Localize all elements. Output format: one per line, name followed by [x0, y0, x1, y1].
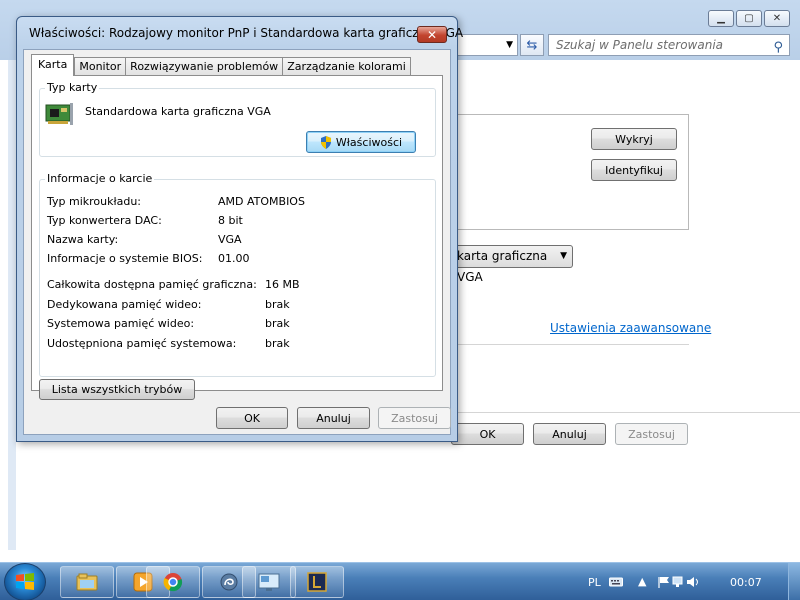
refresh-icon: ⇆	[526, 37, 538, 53]
network-icon[interactable]	[672, 576, 686, 588]
search-icon[interactable]: ⚲	[773, 38, 783, 58]
shared-memory-label: Udostępniona pamięć systemowa:	[47, 337, 237, 350]
adapter-type-group-label: Typ karty	[45, 81, 100, 94]
chevron-down-icon: ▼	[560, 251, 567, 261]
volume-icon[interactable]	[686, 576, 700, 588]
detect-button[interactable]: Wykryj	[591, 128, 677, 150]
minimize-button[interactable]: ▁	[708, 10, 734, 27]
adapter-info-group: Informacje o karcie Typ mikroukładu: AMD…	[39, 172, 436, 377]
dedicated-memory-value: brak	[265, 298, 290, 311]
cancel-button[interactable]: Anuluj	[297, 407, 370, 429]
refresh-button[interactable]: ⇆	[520, 34, 544, 56]
windows-logo-icon	[16, 573, 34, 590]
show-hidden-icons-icon[interactable]: ▲	[638, 575, 646, 588]
tab-adapter[interactable]: Karta	[31, 54, 75, 76]
tab-troubleshoot[interactable]: Rozwiązywanie problemów	[125, 57, 283, 76]
swirl-app-icon	[220, 573, 238, 591]
window-caption-buttons: ▁ ▢ ✕	[708, 10, 790, 27]
chip-type-value: AMD ATOMBIOS	[218, 195, 305, 208]
adapter-properties-label: Właściwości	[335, 135, 403, 149]
action-center-flag-icon[interactable]	[657, 576, 671, 588]
identify-button-label: Identyfikuj	[605, 163, 663, 177]
taskbar-app-l[interactable]	[290, 566, 344, 598]
bg-cancel-label: Anuluj	[552, 427, 587, 441]
tab-label: Monitor	[79, 60, 122, 73]
window-left-border	[8, 60, 16, 550]
total-memory-value: 16 MB	[265, 278, 300, 291]
tab-label: Zarządzanie kolorami	[287, 60, 406, 73]
adapter-name: Standardowa karta graficzna VGA	[85, 105, 271, 118]
display-select[interactable]: karta graficzna VGA ▼	[455, 245, 573, 284]
system-video-memory-value: brak	[265, 317, 290, 330]
divider	[455, 412, 800, 413]
taskbar: PL ▲ 00:07	[0, 562, 800, 600]
taskbar-control-panel[interactable]	[242, 566, 296, 598]
adapter-string-value: VGA	[218, 233, 242, 246]
bg-ok-label: OK	[479, 427, 496, 441]
dialog-close-button[interactable]: ✕	[417, 26, 447, 43]
dialog-client-area: Karta Monitor Rozwiązywanie problemów Za…	[23, 49, 451, 435]
chip-type-label: Typ mikroukładu:	[47, 195, 142, 208]
taskbar-explorer[interactable]	[60, 566, 114, 598]
search-input[interactable]: Szukaj w Panelu sterowania ⚲	[548, 34, 790, 56]
address-bar-row: ▼ ⇆ Szukaj w Panelu sterowania ⚲	[456, 34, 790, 58]
taskbar-chrome[interactable]	[146, 566, 200, 598]
divider	[455, 344, 689, 345]
dac-type-label: Typ konwertera DAC:	[47, 214, 162, 227]
explorer-icon	[76, 573, 98, 591]
dialog-title: Właściwości: Rodzajowy monitor PnP i Sta…	[29, 26, 464, 40]
shared-memory-value: brak	[265, 337, 290, 350]
list-all-modes-button[interactable]: Lista wszystkich trybów	[39, 379, 195, 400]
close-window-button[interactable]: ✕	[764, 10, 790, 27]
tab-monitor[interactable]: Monitor	[74, 57, 126, 76]
clock[interactable]: 00:07	[730, 576, 762, 589]
list-all-modes-label: Lista wszystkich trybów	[51, 383, 183, 396]
total-memory-label: Całkowita dostępna pamięć graficzna:	[47, 278, 257, 291]
adapter-tab-page: Typ karty Standardowa karta graficzna VG…	[31, 75, 443, 391]
adapter-string-label: Nazwa karty:	[47, 233, 119, 246]
close-icon: ✕	[426, 27, 438, 42]
adapter-properties-button[interactable]: Właściwości	[306, 131, 416, 153]
start-button[interactable]	[4, 563, 46, 600]
uac-shield-icon	[320, 135, 331, 149]
language-indicator[interactable]: PL	[588, 576, 601, 589]
apply-button-label: Zastosuj	[391, 411, 438, 425]
bios-info-label: Informacje o systemie BIOS:	[47, 252, 203, 265]
bg-apply-label: Zastosuj	[628, 427, 675, 441]
tab-label: Karta	[38, 58, 68, 71]
dac-type-value: 8 bit	[218, 214, 243, 227]
maximize-button[interactable]: ▢	[736, 10, 762, 27]
properties-dialog: Właściwości: Rodzajowy monitor PnP i Sta…	[16, 16, 463, 442]
bg-cancel-button[interactable]: Anuluj	[533, 423, 606, 445]
detect-button-label: Wykryj	[615, 132, 653, 146]
ok-button[interactable]: OK	[216, 407, 288, 429]
ok-button-label: OK	[244, 411, 260, 425]
address-dropdown-button[interactable]: ▼	[456, 34, 518, 56]
adapter-info-group-label: Informacje o karcie	[45, 172, 155, 185]
graphics-card-icon	[45, 103, 73, 125]
control-panel-icon	[258, 573, 280, 591]
dedicated-memory-label: Dedykowana pamięć wideo:	[47, 298, 202, 311]
app-l-icon	[307, 572, 327, 592]
tab-label: Rozwiązywanie problemów	[130, 60, 279, 73]
display-select-value: karta graficzna VGA	[457, 249, 548, 284]
identify-button[interactable]: Identyfikuj	[591, 159, 677, 181]
keyboard-icon[interactable]	[609, 576, 623, 588]
apply-button[interactable]: Zastosuj	[378, 407, 451, 429]
chrome-icon	[163, 573, 183, 592]
show-desktop-button[interactable]	[788, 563, 800, 600]
bios-info-value: 01.00	[218, 252, 250, 265]
adapter-type-group: Typ karty Standardowa karta graficzna VG…	[39, 81, 436, 157]
chevron-down-icon: ▼	[506, 40, 513, 50]
bg-apply-button[interactable]: Zastosuj	[615, 423, 688, 445]
tab-color-management[interactable]: Zarządzanie kolorami	[282, 57, 411, 76]
system-video-memory-label: Systemowa pamięć wideo:	[47, 317, 195, 330]
cancel-button-label: Anuluj	[316, 411, 351, 425]
advanced-settings-link[interactable]: Ustawienia zaawansowane	[550, 321, 711, 335]
search-placeholder: Szukaj w Panelu sterowania	[556, 38, 724, 52]
bg-ok-button[interactable]: OK	[451, 423, 524, 445]
tab-strip: Karta Monitor Rozwiązywanie problemów Za…	[31, 54, 411, 76]
